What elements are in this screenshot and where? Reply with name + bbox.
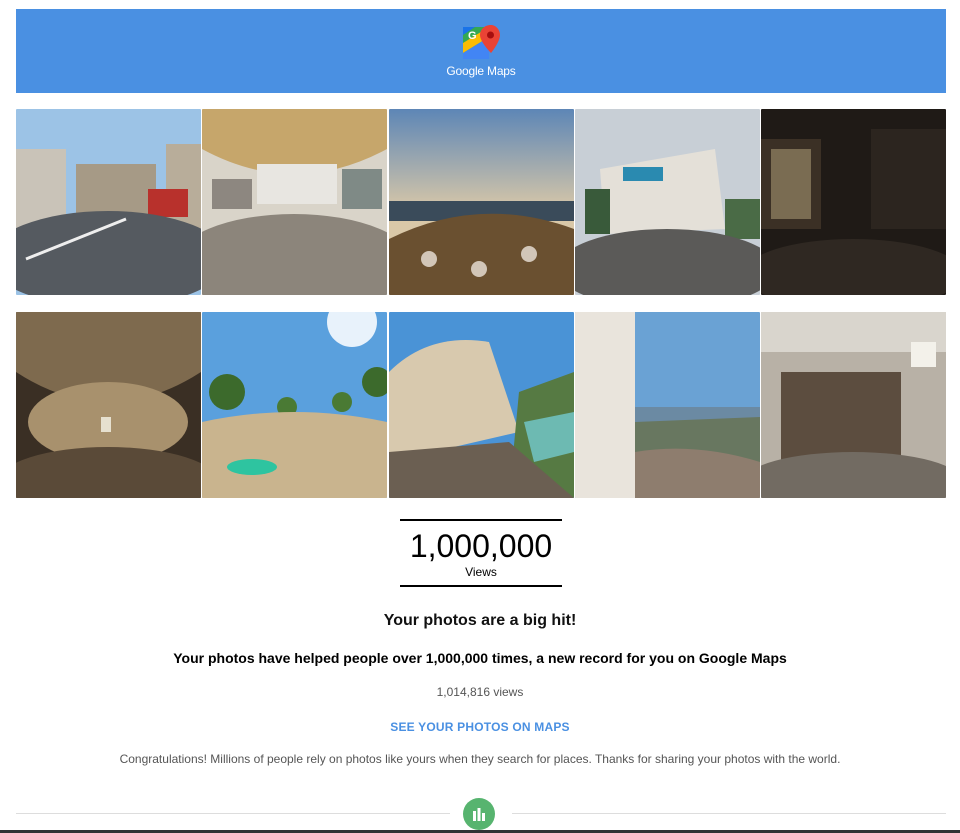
coastal-cliff-panorama-photo[interactable] [388,109,574,295]
svg-text:G: G [468,30,477,42]
street-panorama-photo[interactable] [16,109,201,295]
photo-grid-row-1 [16,109,946,295]
brand-label: Google Maps [446,64,516,78]
wine-cellar-panorama-photo[interactable] [761,312,946,498]
google-maps-pin-icon: G [463,25,500,59]
city-overlook-panorama-photo[interactable] [574,312,760,498]
see-photos-link[interactable]: SEE YOUR PHOTOS ON MAPS [390,720,570,734]
milestone-label: Views [465,565,497,579]
header-banner: G Google Maps [16,9,946,93]
aquarium-building-panorama-photo[interactable] [574,109,760,295]
divider-left [16,813,450,814]
subhead: Your photos have helped people over 1,00… [173,650,787,666]
divider-right [512,813,946,814]
stats-bar-chart-icon [463,798,495,830]
milestone-number: 1,000,000 [409,528,553,564]
bar-interior-panorama-photo[interactable] [761,109,946,295]
view-count: 1,014,816 views [436,685,524,699]
cave-panorama-photo[interactable] [16,312,201,498]
congrats-text: Congratulations! Millions of people rely… [119,752,841,766]
park-trees-panorama-photo[interactable] [202,312,388,498]
milestone-box: 1,000,000 Views [400,519,562,587]
photo-grid-row-2 [16,312,946,498]
plaza-canopy-panorama-photo[interactable] [202,109,388,295]
mountain-gorge-panorama-photo[interactable] [388,312,574,498]
headline: Your photos are a big hit! [383,612,577,629]
